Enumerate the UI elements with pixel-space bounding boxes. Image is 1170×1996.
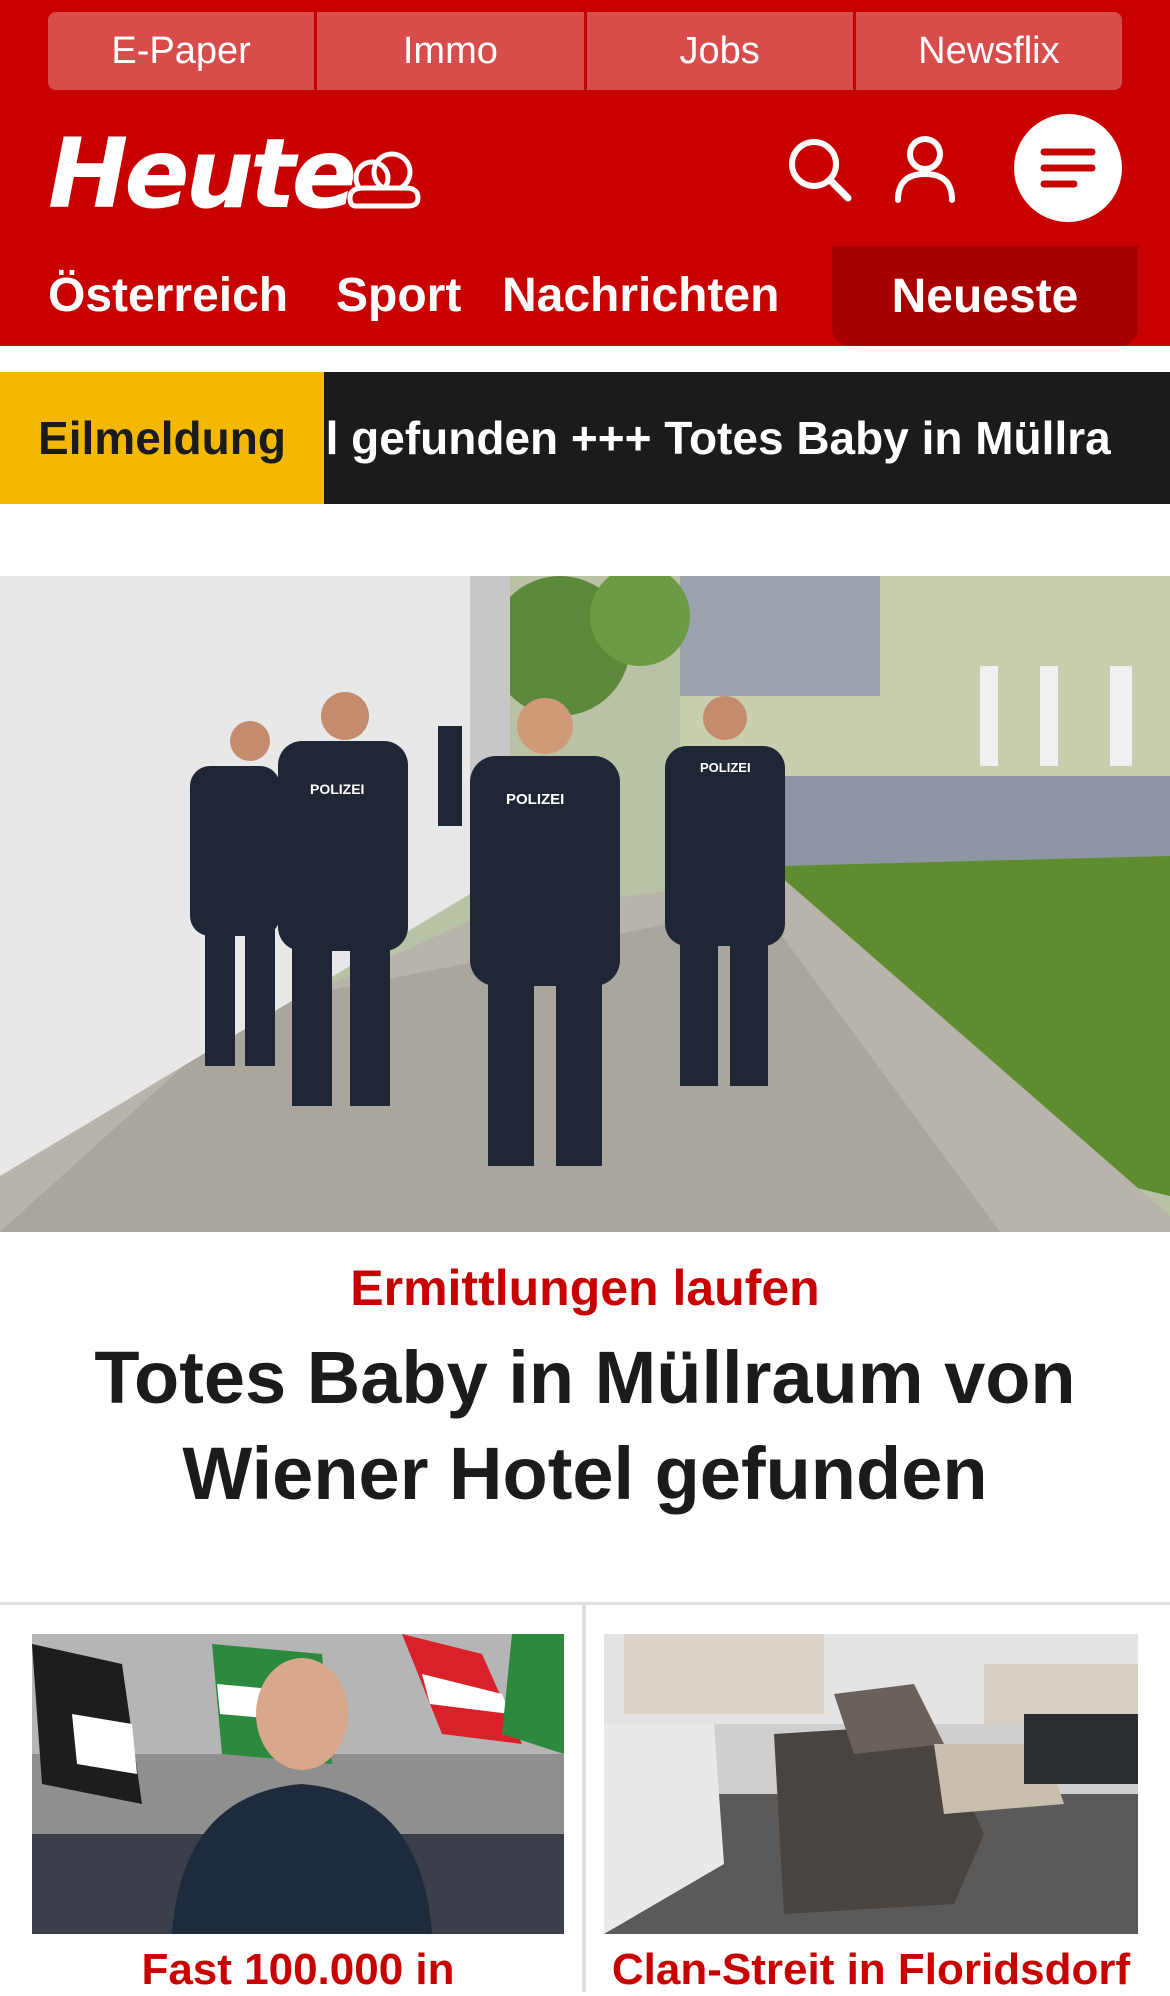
card-divider xyxy=(582,1604,586,1992)
nav-item-nachrichten[interactable]: Nachrichten xyxy=(502,268,779,324)
top-link-immo[interactable]: Immo xyxy=(317,12,587,90)
vest-text-2: POLIZEI xyxy=(506,791,564,808)
site-header: E-Paper Immo Jobs Newsflix Heute Österre… xyxy=(0,0,1170,346)
hero-kicker[interactable]: Ermittlungen laufen xyxy=(0,1258,1170,1318)
card-1-image[interactable] xyxy=(32,1634,564,1934)
menu-button[interactable] xyxy=(1014,114,1122,222)
ticker-label: Eilmeldung xyxy=(0,372,324,504)
card-2-image[interactable] xyxy=(604,1634,1138,1934)
weather-cloud-icon[interactable] xyxy=(346,148,422,214)
search-icon[interactable] xyxy=(784,134,854,204)
card-2-title[interactable]: Clan-Streit in Floridsdorf xyxy=(604,1944,1138,1996)
vest-text-3: POLIZEI xyxy=(700,760,751,775)
breaking-news-ticker[interactable]: Eilmeldung el gefunden +++ Totes Baby in… xyxy=(0,372,1170,504)
top-links-bar: E-Paper Immo Jobs Newsflix xyxy=(48,12,1122,90)
nav-item-neueste[interactable]: Neueste xyxy=(832,246,1138,346)
hero-image[interactable]: POLIZEI POLIZEI POLIZEI xyxy=(0,576,1170,1232)
top-link-epaper[interactable]: E-Paper xyxy=(48,12,318,90)
card-1-title[interactable]: Fast 100.000 in xyxy=(32,1944,564,1996)
nav-item-oesterreich[interactable]: Österreich xyxy=(48,268,288,324)
vest-text-1: POLIZEI xyxy=(310,781,364,797)
main-nav: Österreich Sport Nachrichten Neueste xyxy=(0,246,1170,346)
user-icon[interactable] xyxy=(892,134,958,204)
site-logo[interactable]: Heute xyxy=(48,118,357,230)
top-link-jobs[interactable]: Jobs xyxy=(586,12,856,90)
hero-headline[interactable]: Totes Baby in Müllraum von Wiener Hotel … xyxy=(70,1330,1100,1522)
ticker-text[interactable]: el gefunden +++ Totes Baby in Müllra xyxy=(300,372,1111,504)
top-link-newsflix[interactable]: Newsflix xyxy=(855,12,1122,90)
menu-icon xyxy=(1040,148,1096,188)
nav-item-sport[interactable]: Sport xyxy=(336,268,461,324)
